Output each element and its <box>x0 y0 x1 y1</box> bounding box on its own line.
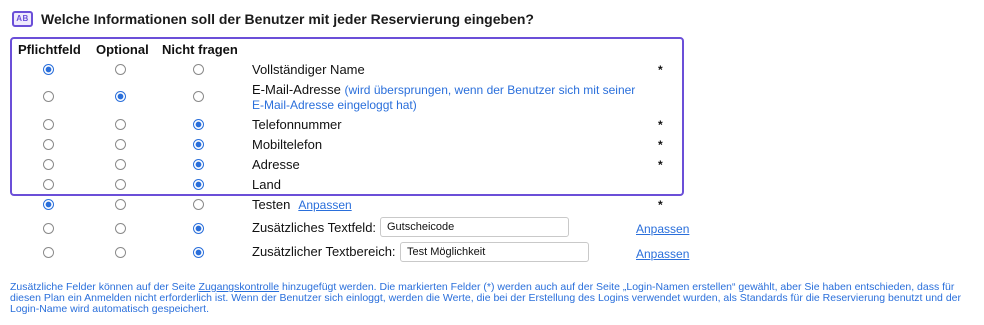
radio-phone-do-not-ask[interactable] <box>193 119 204 130</box>
field-label-test: Testen Anpassen <box>252 197 352 213</box>
column-header-optional: Optional <box>96 42 149 57</box>
required-marker: * <box>658 138 663 152</box>
extra-textarea-name-input[interactable]: Test Möglichkeit <box>400 242 589 262</box>
field-label-email: E-Mail-Adresse (wird übersprungen, wenn … <box>252 82 635 98</box>
radio-address-required[interactable] <box>43 159 54 170</box>
radio-email-do-not-ask[interactable] <box>193 91 204 102</box>
radio-full-name-do-not-ask[interactable] <box>193 64 204 75</box>
default-fields-highlight <box>10 37 684 196</box>
radio-full-name-optional[interactable] <box>115 64 126 75</box>
field-label-phone: Telefonnummer <box>252 117 342 132</box>
section-title: Welche Informationen soll der Benutzer m… <box>41 11 534 27</box>
radio-extra-textarea-required[interactable] <box>43 247 54 258</box>
customize-extra-textfield-link[interactable]: Anpassen <box>636 221 689 237</box>
form-fields-icon-text: AB <box>16 14 29 23</box>
column-header-required: Pflichtfeld <box>18 42 81 57</box>
footer-note: Zusätzliche Felder können auf der Seite … <box>10 282 974 315</box>
radio-address-optional[interactable] <box>115 159 126 170</box>
radio-country-optional[interactable] <box>115 179 126 190</box>
extra-textfield-name-input[interactable]: Gutscheicode <box>380 217 569 237</box>
field-label-email-text: E-Mail-Adresse <box>252 82 341 97</box>
customize-extra-textarea-link[interactable]: Anpassen <box>636 246 689 262</box>
field-label-mobile: Mobiltelefon <box>252 137 323 152</box>
radio-full-name-required[interactable] <box>43 64 54 75</box>
field-label-full-name: Vollständiger Name <box>252 62 365 77</box>
radio-address-do-not-ask[interactable] <box>193 159 204 170</box>
email-note-line1: (wird übersprungen, wenn der Benutzer si… <box>344 83 636 97</box>
radio-mobile-required[interactable] <box>43 139 54 150</box>
radio-email-required[interactable] <box>43 91 54 102</box>
radio-extra-textfield-optional[interactable] <box>115 223 126 234</box>
radio-email-optional[interactable] <box>115 91 126 102</box>
field-label-address: Adresse <box>252 157 300 172</box>
required-marker: * <box>658 198 663 212</box>
radio-extra-textfield-required[interactable] <box>43 223 54 234</box>
radio-extra-textfield-do-not-ask[interactable] <box>193 223 204 234</box>
radio-test-do-not-ask[interactable] <box>193 199 204 210</box>
radio-country-do-not-ask[interactable] <box>193 179 204 190</box>
radio-test-required[interactable] <box>43 199 54 210</box>
required-marker: * <box>658 63 663 77</box>
email-note-line2: E-Mail-Adresse eingeloggt hat) <box>252 98 417 112</box>
column-header-do-not-ask: Nicht fragen <box>162 42 238 57</box>
radio-extra-textarea-do-not-ask[interactable] <box>193 247 204 258</box>
radio-mobile-do-not-ask[interactable] <box>193 139 204 150</box>
radio-extra-textarea-optional[interactable] <box>115 247 126 258</box>
radio-country-required[interactable] <box>43 179 54 190</box>
field-label-extra-textarea: Zusätzlicher Textbereich: <box>252 244 396 259</box>
field-label-country: Land <box>252 177 281 192</box>
customize-test-link[interactable]: Anpassen <box>298 198 351 212</box>
field-label-extra-textfield: Zusätzliches Textfeld: <box>252 220 377 235</box>
required-marker: * <box>658 118 663 132</box>
field-label-test-text: Testen <box>252 197 291 212</box>
radio-phone-required[interactable] <box>43 119 54 130</box>
section-heading: AB Welche Informationen soll der Benutze… <box>12 8 534 30</box>
form-fields-icon: AB <box>12 11 33 27</box>
radio-phone-optional[interactable] <box>115 119 126 130</box>
required-marker: * <box>658 158 663 172</box>
radio-test-optional[interactable] <box>115 199 126 210</box>
radio-mobile-optional[interactable] <box>115 139 126 150</box>
